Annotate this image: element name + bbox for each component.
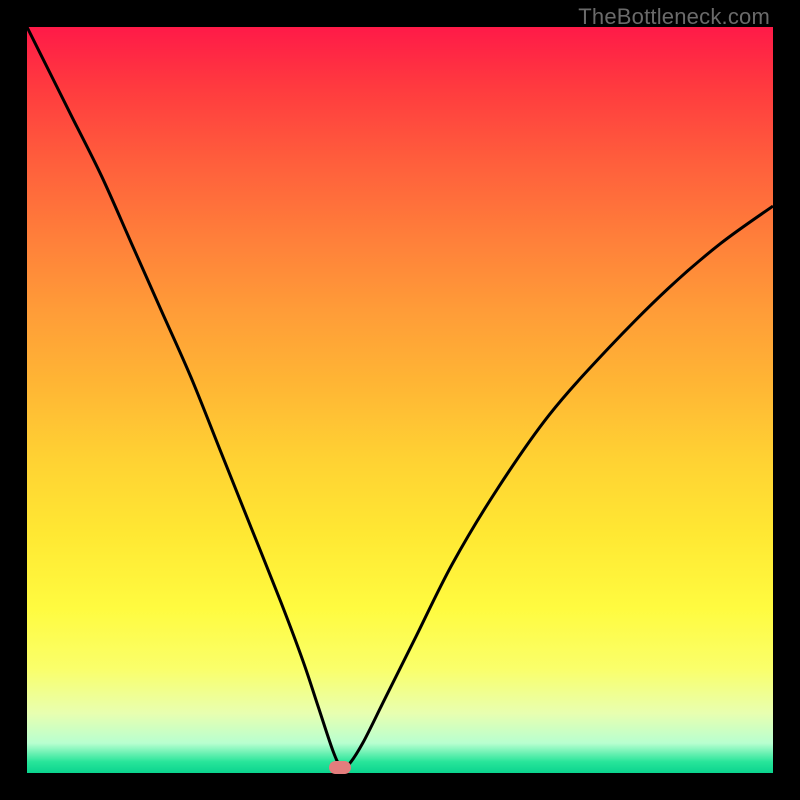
chart-frame: TheBottleneck.com xyxy=(0,0,800,800)
watermark-text: TheBottleneck.com xyxy=(578,4,770,30)
bottleneck-curve xyxy=(27,27,773,773)
plot-area xyxy=(27,27,773,773)
optimal-marker xyxy=(329,761,351,774)
curve-path xyxy=(27,27,773,768)
